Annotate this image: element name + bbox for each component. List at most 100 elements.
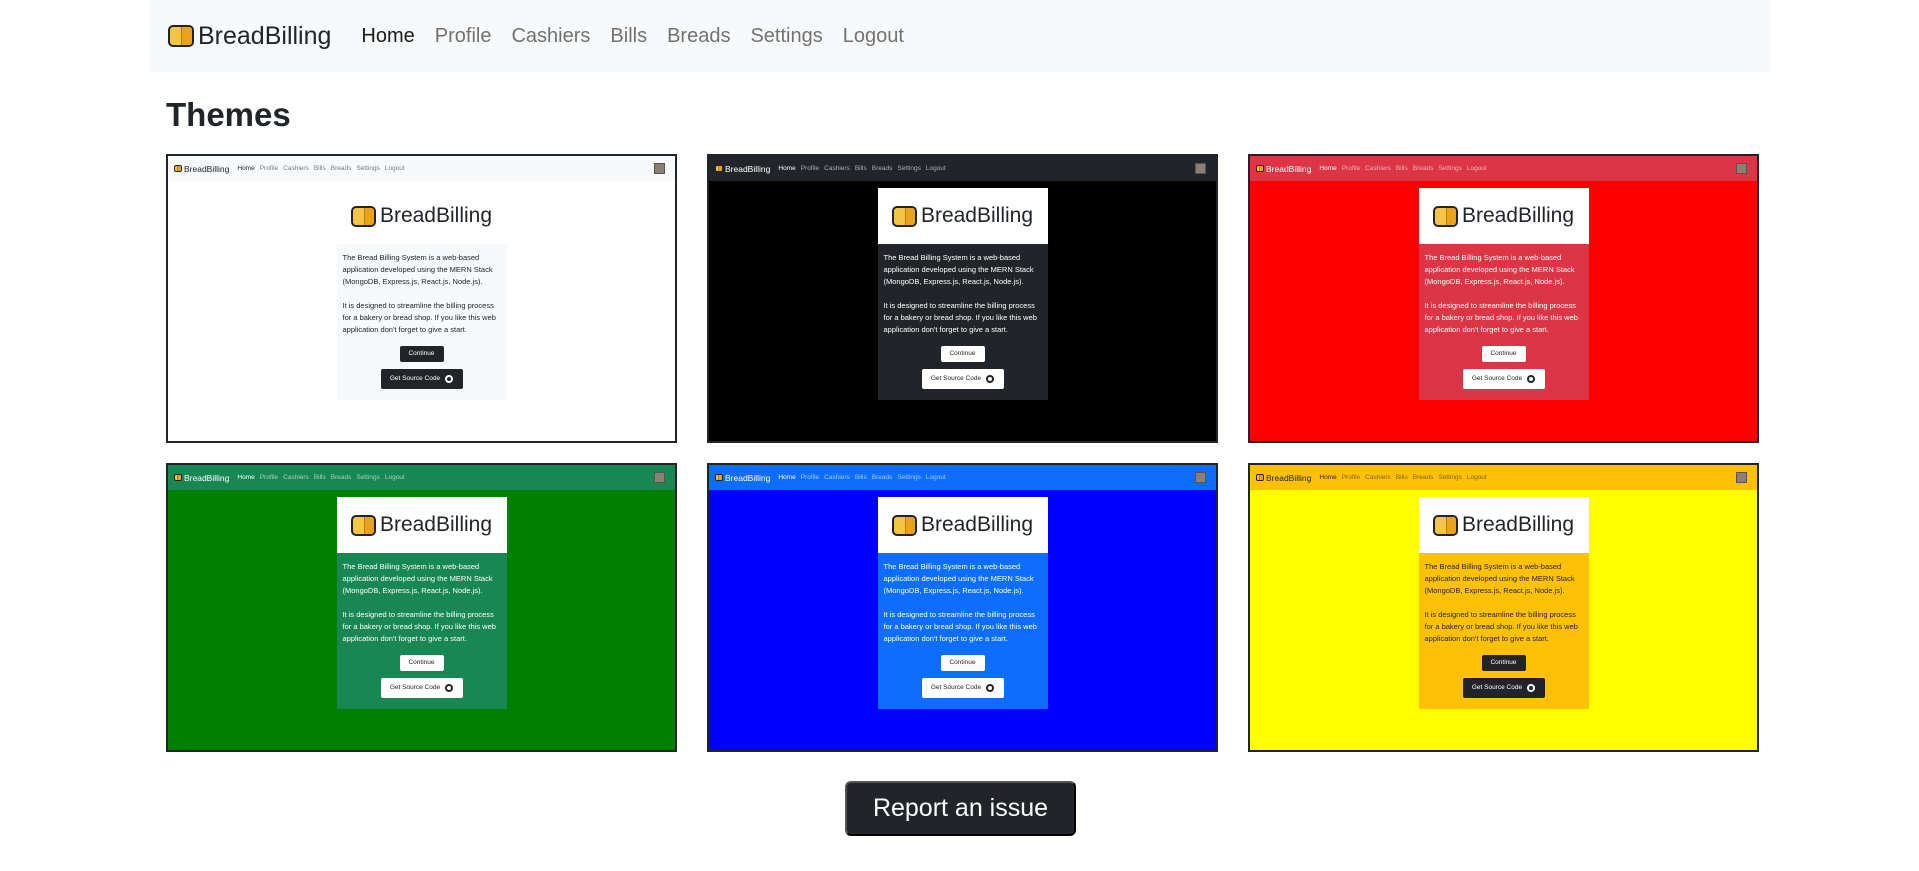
preview-nav-item: Home [237, 474, 255, 481]
nav-item-logout[interactable]: Logout [843, 25, 904, 48]
preview-nav-item: Profile [259, 165, 279, 172]
preview-brand-name: BreadBilling [184, 472, 230, 483]
bread-logo-icon [1256, 165, 1264, 172]
preview-nav-item: Settings [897, 474, 921, 481]
preview-description: The Bread Billing System is a web-based … [1419, 244, 1589, 336]
preview-title-text: BreadBilling [1461, 513, 1575, 536]
report-issue-button[interactable]: Report an issue [845, 781, 1076, 836]
preview-brand: BreadBilling [174, 164, 229, 174]
brand-link[interactable]: BreadBilling [168, 22, 331, 51]
theme-card-blue[interactable]: BreadBilling Home Profile Cashiers Bills Brea… [707, 463, 1218, 752]
preview-nav-item: Home [1319, 165, 1337, 172]
preview-title-text: BreadBilling [920, 204, 1034, 227]
preview-continue-button: Continue [1481, 655, 1526, 671]
nav-item-bills[interactable]: Bills [610, 25, 647, 48]
preview-source-label: Get Source Code [930, 375, 982, 382]
avatar [1736, 163, 1747, 174]
preview-brand: BreadBilling [1256, 473, 1311, 483]
preview-nav-item: Logout [925, 474, 946, 481]
preview-nav-item: Home [778, 474, 796, 481]
preview-source-button: Get Source Code [380, 678, 463, 698]
theme-card-green[interactable]: BreadBilling Home Profile Cashiers Bills Brea… [166, 463, 677, 752]
preview-description: The Bread Billing System is a web-based … [1419, 553, 1589, 645]
preview-description: The Bread Billing System is a web-based … [878, 244, 1048, 336]
preview-nav-item: Home [1319, 474, 1337, 481]
preview-nav-item: Logout [1466, 474, 1487, 481]
preview-brand-name: BreadBilling [1266, 472, 1312, 483]
preview-nav-item: Cashiers [824, 165, 850, 172]
nav-item-home[interactable]: Home [361, 25, 414, 48]
preview-title-text: BreadBilling [379, 204, 493, 227]
preview-nav-item: Breads [871, 165, 893, 172]
bread-logo-icon [174, 474, 182, 481]
preview-nav-item: Breads [330, 474, 352, 481]
preview-nav-item: Profile [800, 165, 820, 172]
preview-continue-button: Continue [1481, 346, 1526, 362]
preview-paragraph: It is designed to streamline the billing… [342, 610, 496, 643]
theme-card-yellow[interactable]: BreadBilling Home Profile Cashiers Bills Brea… [1248, 463, 1759, 752]
preview-description: The Bread Billing System is a web-based … [878, 553, 1048, 645]
preview-nav-item: Bills [313, 165, 326, 172]
preview-source-button: Get Source Code [380, 369, 463, 389]
preview-brand-name: BreadBilling [184, 163, 230, 174]
preview-source-label: Get Source Code [1471, 684, 1523, 691]
preview-nav-item: Bills [313, 474, 326, 481]
preview-nav-item: Profile [259, 474, 279, 481]
preview-nav-item: Cashiers [1365, 165, 1391, 172]
preview-nav-item: Profile [800, 474, 820, 481]
navbar: BreadBilling Home Profile Cashiers Bills… [150, 0, 1770, 72]
github-icon [986, 684, 995, 692]
avatar [1195, 472, 1206, 483]
preview-navbar: BreadBilling Home Profile Cashiers Bills Brea… [709, 465, 1216, 490]
avatar [654, 163, 665, 174]
bread-logo-icon [1432, 514, 1458, 536]
preview-paragraph: It is designed to streamline the billing… [1424, 610, 1578, 643]
bread-logo-icon [891, 205, 917, 227]
preview-title: BreadBilling [336, 497, 507, 553]
nav-item-profile[interactable]: Profile [435, 25, 492, 48]
preview-nav-item: Breads [1412, 474, 1434, 481]
nav-item-settings[interactable]: Settings [750, 25, 822, 48]
preview-nav-item: Settings [1438, 165, 1462, 172]
preview-nav-item: Profile [1341, 474, 1361, 481]
preview-nav-item: Cashiers [824, 474, 850, 481]
preview-paragraph: It is designed to streamline the billing… [1424, 301, 1578, 334]
preview-panel: BreadBilling The Bread Billing System is … [336, 497, 507, 709]
preview-title: BreadBilling [336, 188, 507, 244]
preview-title: BreadBilling [877, 497, 1048, 553]
preview-source-label: Get Source Code [389, 375, 441, 382]
preview-title-text: BreadBilling [1461, 204, 1575, 227]
nav-item-cashiers[interactable]: Cashiers [511, 25, 590, 48]
preview-nav-item: Breads [330, 165, 352, 172]
preview-nav-item: Logout [1466, 165, 1487, 172]
preview-nav-item: Bills [1395, 165, 1408, 172]
preview-title: BreadBilling [1418, 188, 1589, 244]
preview-paragraph: The Bread Billing System is a web-based … [883, 253, 1034, 286]
preview-paragraph: It is designed to streamline the billing… [883, 610, 1037, 643]
github-icon [1527, 684, 1536, 692]
preview-panel: BreadBilling The Bread Billing System is … [1418, 497, 1589, 709]
preview-description: The Bread Billing System is a web-based … [337, 244, 507, 336]
preview-brand-name: BreadBilling [725, 472, 771, 483]
theme-card-red[interactable]: BreadBilling Home Profile Cashiers Bills Brea… [1248, 154, 1759, 443]
preview-description: The Bread Billing System is a web-based … [337, 553, 507, 645]
preview-nav-item: Profile [1341, 165, 1361, 172]
preview-nav-item: Bills [1395, 474, 1408, 481]
theme-card-light[interactable]: BreadBilling Home Profile Cashiers Bills Brea… [166, 154, 677, 443]
preview-nav-item: Breads [871, 474, 893, 481]
preview-source-label: Get Source Code [930, 684, 982, 691]
preview-paragraph: The Bread Billing System is a web-based … [342, 562, 493, 595]
theme-card-dark[interactable]: BreadBilling Home Profile Cashiers Bills Brea… [707, 154, 1218, 443]
preview-title: BreadBilling [877, 188, 1048, 244]
preview-navbar: BreadBilling Home Profile Cashiers Bills Brea… [1250, 465, 1757, 490]
bread-logo-icon [715, 165, 723, 172]
preview-navbar: BreadBilling Home Profile Cashiers Bills Brea… [168, 465, 675, 490]
nav-item-breads[interactable]: Breads [667, 25, 730, 48]
preview-nav-item: Cashiers [283, 474, 309, 481]
preview-continue-button: Continue [940, 655, 985, 671]
preview-panel: BreadBilling The Bread Billing System is … [877, 497, 1048, 709]
preview-nav-item: Home [778, 165, 796, 172]
preview-brand: BreadBilling [715, 473, 770, 483]
preview-navbar: BreadBilling Home Profile Cashiers Bills Brea… [168, 156, 675, 181]
preview-source-button: Get Source Code [1462, 678, 1545, 698]
